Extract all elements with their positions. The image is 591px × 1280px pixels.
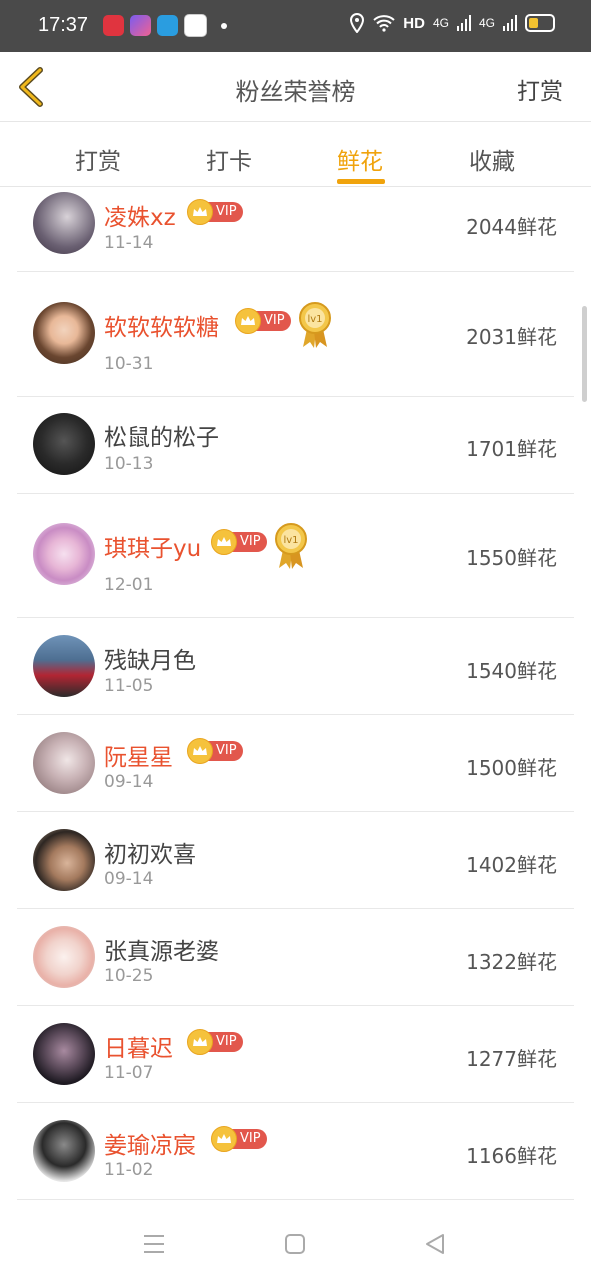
notification-icons	[103, 14, 227, 37]
page-title: 粉丝荣誉榜	[235, 78, 356, 106]
video-app-icon	[184, 14, 207, 37]
join-date: 11-02	[104, 1160, 154, 1180]
list-item[interactable]: 初初欢喜 09-14 1402鲜花	[17, 811, 574, 909]
heart-app-icon	[103, 15, 124, 36]
flower-count: 1540鲜花	[466, 659, 557, 683]
vip-badge: VIP	[187, 738, 243, 764]
user-name: 初初欢喜	[104, 842, 196, 868]
flower-count: 1500鲜花	[466, 756, 557, 780]
user-name: 软软软软糖	[104, 315, 219, 341]
flower-count: 1402鲜花	[466, 853, 557, 877]
flower-count: 2031鲜花	[466, 325, 557, 349]
more-notifications-dot	[221, 22, 227, 29]
vip-badge: VIP	[187, 199, 243, 225]
crown-icon	[187, 1029, 213, 1055]
network-type-2: 4G	[478, 16, 495, 30]
list-item[interactable]: 松鼠的松子 10-13 1701鲜花	[17, 396, 574, 494]
avatar	[33, 926, 95, 988]
location-icon	[350, 13, 365, 33]
flower-count: 1166鲜花	[466, 1144, 557, 1168]
avatar	[33, 302, 95, 364]
user-name: 张真源老婆	[104, 939, 219, 965]
user-name: 凌姝xz	[104, 205, 176, 231]
flower-count: 1322鲜花	[466, 950, 557, 974]
join-date: 10-31	[104, 354, 154, 374]
crown-icon	[211, 529, 237, 555]
battery-icon	[525, 14, 555, 32]
home-icon[interactable]	[285, 1234, 305, 1254]
vip-badge: VIP	[187, 1029, 243, 1055]
avatar	[33, 732, 95, 794]
flower-count: 1277鲜花	[466, 1047, 557, 1071]
user-name: 琪琪子yu	[104, 536, 202, 562]
avatar	[33, 192, 95, 254]
tab-flowers[interactable]: 鲜花	[337, 142, 383, 176]
list-item[interactable]: 凌姝xz VIP 11-14 2044鲜花	[17, 187, 574, 272]
list-item[interactable]: 琪琪子yu VIP lv1 12-01 1550鲜花	[17, 493, 574, 618]
user-name: 松鼠的松子	[104, 425, 219, 451]
join-date: 10-13	[104, 454, 154, 474]
level-medal-icon: lv1	[275, 523, 307, 569]
menu-icon[interactable]	[143, 1234, 165, 1254]
tab-bar: 打赏 打卡 鲜花 收藏	[0, 122, 591, 187]
status-indicators: HD 4G 4G	[349, 13, 555, 33]
vip-badge: VIP	[211, 1126, 267, 1152]
crown-icon	[187, 199, 213, 225]
svg-text:lv1: lv1	[283, 535, 298, 546]
active-tab-indicator	[337, 179, 385, 184]
flower-count: 2044鲜花	[466, 215, 557, 239]
blue-app-icon	[157, 15, 178, 36]
avatar	[33, 1023, 95, 1085]
list-item[interactable]: 软软软软糖 VIP lv1 10-31 2031鲜花	[17, 272, 574, 397]
list-item[interactable]: 阮星星 VIP 09-14 1500鲜花	[17, 714, 574, 812]
purple-app-icon	[130, 15, 151, 36]
signal-icon-2	[503, 15, 517, 31]
crown-icon	[235, 308, 261, 334]
crown-icon	[211, 1126, 237, 1152]
join-date: 09-14	[104, 869, 154, 889]
join-date: 12-01	[104, 575, 154, 595]
scrollbar[interactable]	[582, 306, 587, 402]
list-item[interactable]: 残缺月色 11-05 1540鲜花	[17, 617, 574, 715]
list-item[interactable]: 日暮迟 VIP 11-07 1277鲜花	[17, 1005, 574, 1103]
avatar	[33, 635, 95, 697]
svg-text:lv1: lv1	[307, 314, 322, 325]
status-time: 17:37	[38, 14, 89, 36]
hd-indicator: HD	[403, 14, 425, 32]
signal-icon-1	[456, 15, 471, 31]
status-bar: 17:37 HD 4G 4G	[0, 0, 591, 52]
crown-icon	[187, 738, 213, 764]
avatar	[33, 829, 95, 891]
tab-reward[interactable]: 打赏	[75, 142, 121, 176]
flower-count: 1550鲜花	[466, 546, 557, 570]
user-name: 残缺月色	[104, 648, 196, 674]
network-type-1: 4G	[432, 16, 449, 30]
reward-button[interactable]: 打赏	[517, 72, 563, 106]
tab-favorites[interactable]: 收藏	[469, 142, 515, 176]
list-item[interactable]: 张真源老婆 10-25 1322鲜花	[17, 908, 574, 1006]
avatar	[33, 413, 95, 475]
header-bar: 粉丝荣誉榜 打赏	[0, 52, 591, 122]
list-item[interactable]: 姜瑜凉宸 VIP 11-02 1166鲜花	[17, 1102, 574, 1200]
wifi-icon	[373, 15, 395, 32]
join-date: 10-25	[104, 966, 154, 986]
join-date: 11-14	[104, 233, 154, 253]
back-icon[interactable]	[425, 1233, 445, 1255]
tab-checkin[interactable]: 打卡	[206, 142, 252, 176]
avatar	[33, 1120, 95, 1182]
level-medal-icon: lv1	[299, 302, 331, 348]
user-name: 日暮迟	[104, 1036, 173, 1062]
avatar	[33, 523, 95, 585]
join-date: 09-14	[104, 772, 154, 792]
user-name: 阮星星	[104, 745, 173, 771]
fan-ranking-list: 凌姝xz VIP 11-14 2044鲜花 软软软软糖 VIP lv1 10-3…	[0, 187, 591, 1205]
join-date: 11-05	[104, 676, 154, 696]
system-nav-bar	[0, 1205, 591, 1280]
user-name: 姜瑜凉宸	[104, 1133, 196, 1159]
flower-count: 1701鲜花	[466, 437, 557, 461]
vip-badge: VIP	[235, 308, 291, 334]
vip-badge: VIP	[211, 529, 267, 555]
join-date: 11-07	[104, 1063, 154, 1083]
